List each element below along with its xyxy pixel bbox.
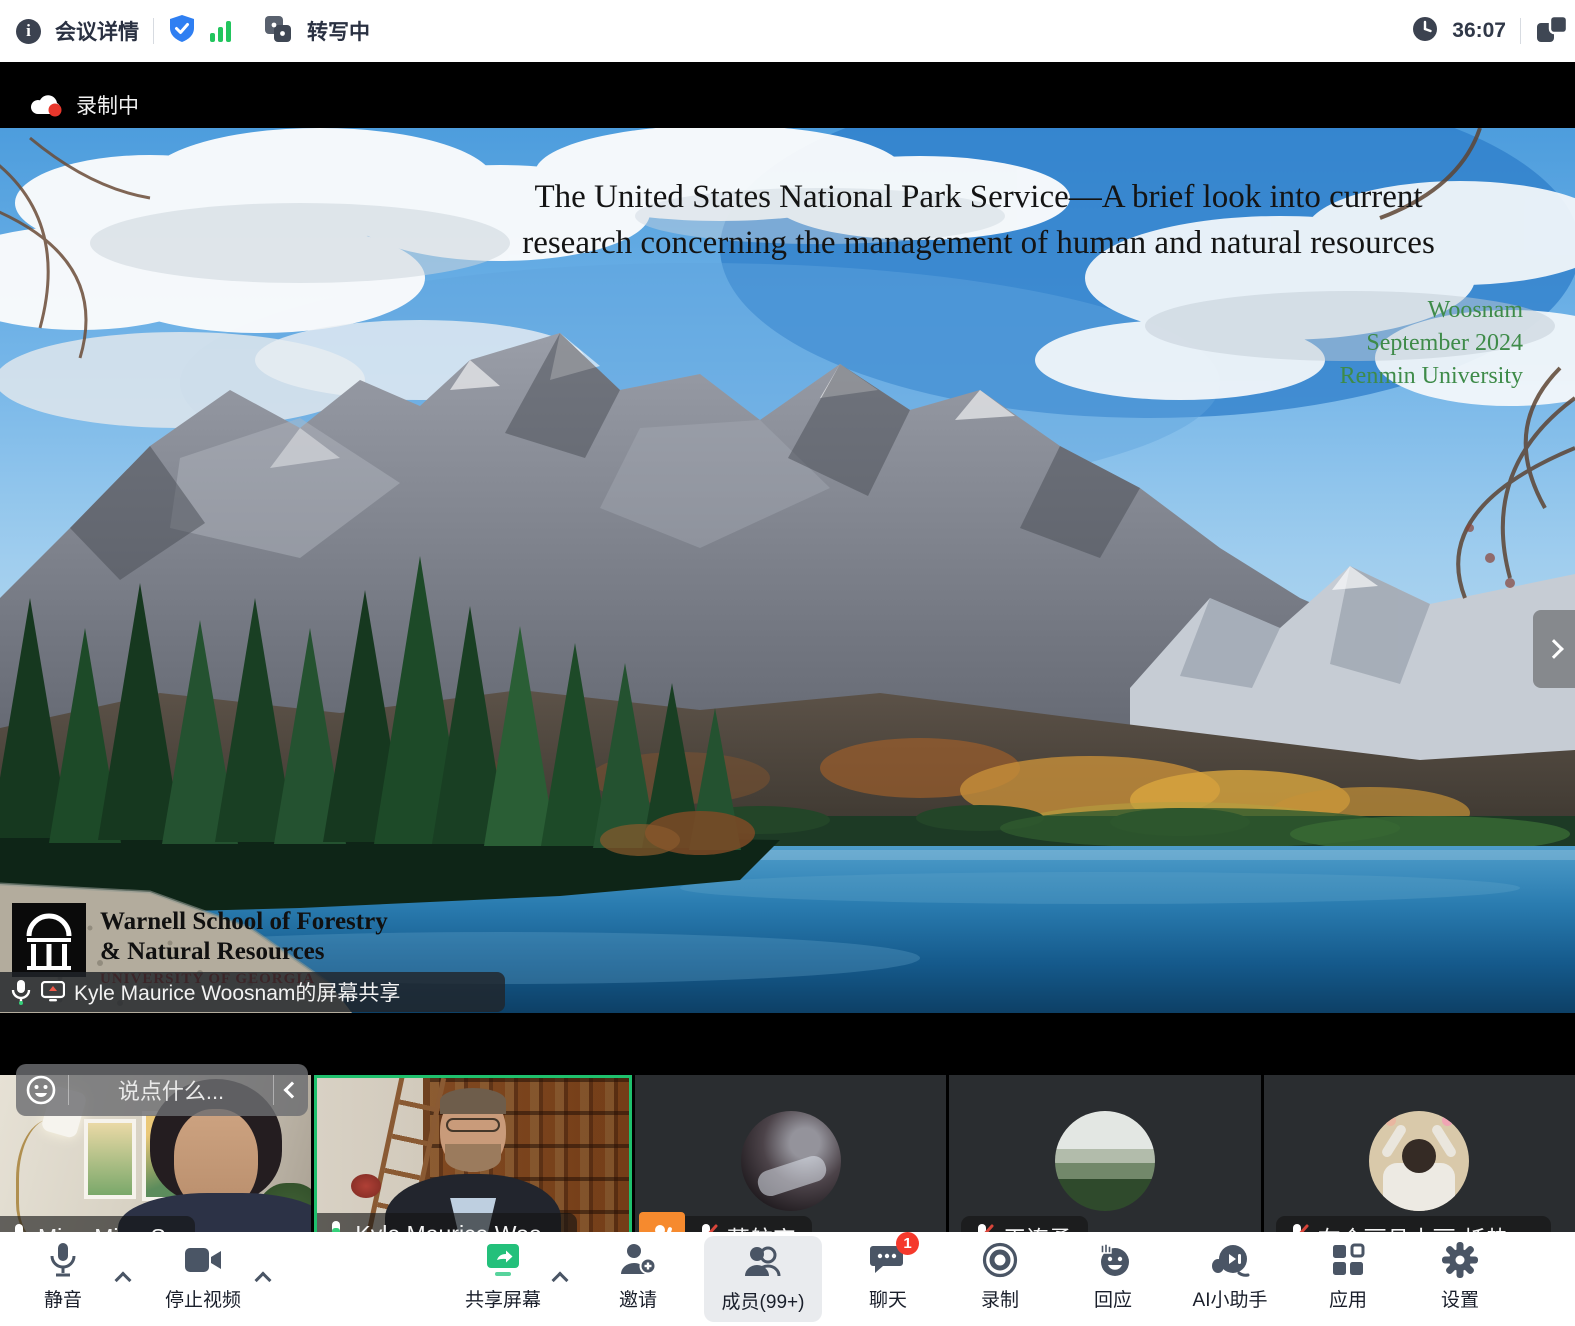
collapse-chat-icon[interactable] [284,1082,301,1099]
record-button[interactable]: 录制 [935,1240,1065,1312]
stage: 录制中 [0,62,1575,1232]
warnell-line1: Warnell School of Forestry [100,907,388,937]
record-label: 录制 [981,1285,1019,1312]
chat-unread-badge: 1 [896,1232,919,1255]
screen-share-icon [41,981,65,1003]
divider [68,1075,69,1105]
apps-button[interactable]: 应用 [1283,1240,1413,1312]
clock-icon [1412,16,1438,47]
stop-video-button[interactable]: 停止视频 [138,1240,268,1312]
bottom-toolbar: 静音 停止视频 共享屏幕 邀请 成员(99+) [0,1232,1575,1326]
chat-label: 聊天 [869,1285,907,1312]
slide-title-line2: research concerning the management of hu… [420,220,1537,266]
security-shield-icon[interactable] [168,14,196,49]
screen-share-banner: Kyle Maurice Woosnam的屏幕共享 [0,972,505,1012]
settings-button[interactable]: 设置 [1395,1240,1525,1312]
slide-credits: Woosnam September 2024 Renmin University [1340,294,1523,393]
credit-author: Woosnam [1340,294,1523,327]
chat-input[interactable]: 说点什么... [81,1074,261,1106]
gear-icon [1441,1240,1479,1280]
members-icon [743,1242,783,1282]
meeting-info-icon[interactable]: i [16,19,41,44]
ai-assistant-icon [1209,1240,1251,1280]
record-icon [981,1240,1019,1280]
network-signal-icon[interactable] [210,20,231,42]
next-page-button[interactable] [1533,610,1575,688]
cloud-recording-icon [28,92,64,118]
reactions-label: 回应 [1094,1285,1132,1312]
chevron-right-icon [1544,639,1564,659]
share-screen-label: 共享屏幕 [465,1285,541,1312]
mute-label: 静音 [44,1285,82,1312]
members-label: 成员(99+) [722,1287,805,1314]
members-button[interactable]: 成员(99+) [704,1236,822,1322]
layout-view-icon[interactable] [1535,13,1569,50]
divider [1520,18,1521,44]
chat-button[interactable]: 1 聊天 [823,1240,953,1312]
apps-label: 应用 [1329,1285,1367,1312]
ai-assistant-button[interactable]: AI小助手 [1165,1240,1295,1312]
reactions-button[interactable]: 回应 [1048,1240,1178,1312]
meeting-timer: 36:07 [1452,19,1506,43]
apps-grid-icon [1330,1240,1366,1280]
person-add-icon [619,1240,657,1280]
emoji-icon[interactable] [26,1075,56,1105]
presenter-mic-icon [10,979,32,1005]
recording-label: 录制中 [76,90,139,120]
warnell-line2: & Natural Resources [100,937,388,967]
chat-icon: 1 [869,1240,907,1280]
credit-university: Renmin University [1340,360,1523,393]
share-screen-icon [484,1240,522,1280]
divider [273,1075,274,1105]
transcription-icon[interactable] [263,14,293,49]
stop-video-label: 停止视频 [165,1285,241,1312]
top-bar: i 会议详情 转写中 36:07 [0,0,1575,62]
reaction-smiley-icon [1093,1240,1133,1280]
divider [153,18,154,44]
quick-chat-bar[interactable]: 说点什么... [16,1064,308,1116]
camera-icon [183,1240,223,1280]
participant-avatar [741,1111,841,1211]
meeting-details-button[interactable]: 会议详情 [55,16,139,46]
share-screen-button[interactable]: 共享屏幕 [438,1240,568,1312]
transcribing-status[interactable]: 转写中 [307,16,370,46]
participant-avatar [1055,1111,1155,1211]
screen-share-label: Kyle Maurice Woosnam的屏幕共享 [74,977,400,1007]
invite-label: 邀请 [619,1285,657,1312]
credit-date: September 2024 [1340,327,1523,360]
uga-arch-logo [12,903,86,977]
slide-title: The United States National Park Service—… [420,174,1537,266]
recording-indicator: 录制中 [28,90,139,120]
participant-avatar [1369,1111,1469,1211]
ai-assistant-label: AI小助手 [1193,1285,1268,1312]
settings-label: 设置 [1441,1285,1479,1312]
invite-button[interactable]: 邀请 [573,1240,703,1312]
slide-title-line1: The United States National Park Service—… [420,174,1537,220]
shared-screen: The United States National Park Service—… [0,128,1575,1013]
mute-button[interactable]: 静音 [0,1240,128,1312]
meeting-window: i 会议详情 转写中 36:07 录制中 [0,0,1575,1326]
microphone-icon [46,1240,80,1280]
